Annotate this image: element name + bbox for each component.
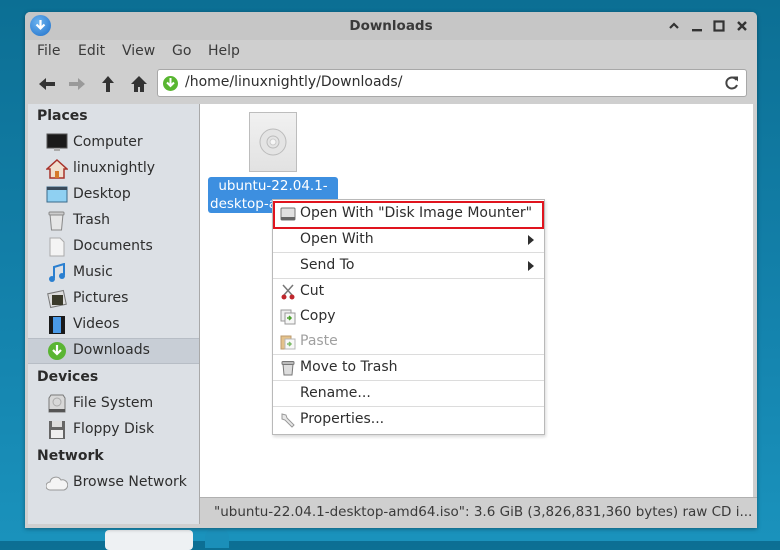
menu-go[interactable]: Go: [172, 43, 191, 59]
sidebar-label: Desktop: [73, 186, 131, 202]
devices-heading: Devices: [37, 369, 99, 385]
harddisk-icon: [48, 394, 66, 413]
sidebar-item-downloads[interactable]: Downloads: [28, 338, 199, 364]
sidebar-item-browse-network[interactable]: Browse Network: [28, 471, 199, 495]
maximize-button[interactable]: [712, 19, 726, 33]
sidebar-label: Browse Network: [73, 474, 187, 490]
sidebar-label: Videos: [73, 316, 120, 332]
sidebar-label: Computer: [73, 134, 143, 150]
properties-icon: [281, 413, 295, 428]
sidebar-item-file-system[interactable]: File System: [28, 392, 199, 416]
sidebar-label: Trash: [73, 212, 110, 228]
sidebar-label: Music: [73, 264, 113, 280]
cloud-icon: [46, 476, 68, 491]
sidebar-label: linuxnightly: [73, 160, 155, 176]
downloads-folder-icon: [163, 76, 178, 91]
videos-icon: [49, 316, 65, 334]
sidebar-item-trash[interactable]: Trash: [28, 209, 199, 233]
reload-icon[interactable]: [724, 75, 740, 91]
sidebar-label: Pictures: [73, 290, 129, 306]
scissors-icon: [281, 284, 295, 300]
sidebar: Places Computer linuxnightly Desktop Tra…: [28, 104, 200, 524]
back-arrow-icon[interactable]: [37, 74, 57, 94]
menu-item-move-to-trash[interactable]: Move to Trash: [273, 355, 544, 380]
music-icon: [49, 263, 65, 282]
menu-item-rename[interactable]: Rename...: [273, 381, 544, 406]
computer-icon: [46, 133, 68, 151]
sidebar-item-documents[interactable]: Documents: [28, 235, 199, 259]
menu-item-label: Send To: [300, 257, 355, 273]
sidebar-item-desktop[interactable]: Desktop: [28, 183, 199, 207]
copy-icon: [280, 309, 296, 325]
sidebar-item-home[interactable]: linuxnightly: [28, 157, 199, 181]
sidebar-item-pictures[interactable]: Pictures: [28, 287, 199, 311]
status-text: "ubuntu-22.04.1-desktop-amd64.iso": 3.6 …: [214, 504, 753, 520]
downloads-icon: [48, 342, 66, 360]
menu-item-open-with-disk-image-mounter[interactable]: Open With "Disk Image Mounter": [273, 201, 544, 229]
forward-arrow-icon[interactable]: [67, 74, 87, 94]
menu-item-label: Rename...: [300, 385, 371, 401]
desktop-background-shape: [105, 530, 193, 550]
up-arrow-icon[interactable]: [98, 74, 118, 94]
places-heading: Places: [37, 108, 88, 124]
documents-icon: [49, 237, 65, 257]
menu-item-copy[interactable]: Copy: [273, 304, 544, 329]
sidebar-item-videos[interactable]: Videos: [28, 313, 199, 337]
sidebar-label: Floppy Disk: [73, 421, 155, 437]
paste-icon: [280, 335, 296, 350]
sidebar-item-floppy-disk[interactable]: Floppy Disk: [28, 418, 199, 442]
menu-item-label: Open With "Disk Image Mounter": [300, 205, 533, 221]
file-name-line: ubuntu-22.04.1-: [218, 178, 328, 194]
pictures-icon: [47, 289, 67, 309]
home-icon[interactable]: [129, 74, 149, 94]
menu-file[interactable]: File: [37, 43, 60, 59]
submenu-arrow-icon: [528, 235, 534, 245]
location-path[interactable]: /home/linuxnightly/Downloads/: [185, 74, 402, 90]
menu-item-label: Open With: [300, 231, 374, 247]
menu-help[interactable]: Help: [208, 43, 240, 59]
sidebar-item-music[interactable]: Music: [28, 261, 199, 285]
menu-item-send-to[interactable]: Send To: [273, 253, 544, 278]
disk-icon: [280, 207, 296, 221]
menu-item-open-with[interactable]: Open With: [273, 227, 544, 252]
menu-bar: File Edit View Go Help: [25, 40, 757, 64]
minimize-button[interactable]: [690, 19, 704, 33]
location-bar[interactable]: /home/linuxnightly/Downloads/: [157, 69, 747, 97]
menu-item-label: Properties...: [300, 411, 385, 427]
title-bar[interactable]: Downloads: [25, 12, 757, 40]
disc-image-icon[interactable]: [249, 112, 297, 172]
submenu-arrow-icon: [528, 261, 534, 271]
menu-view[interactable]: View: [122, 43, 155, 59]
shade-button[interactable]: [667, 19, 681, 33]
sidebar-item-computer[interactable]: Computer: [28, 131, 199, 155]
close-button[interactable]: [735, 19, 749, 33]
menu-item-properties[interactable]: Properties...: [273, 407, 544, 432]
home-icon: [46, 159, 68, 179]
sidebar-label: File System: [73, 395, 154, 411]
menu-item-paste[interactable]: Paste: [273, 329, 544, 354]
window-title: Downloads: [349, 18, 433, 34]
status-bar: "ubuntu-22.04.1-desktop-amd64.iso": 3.6 …: [200, 497, 757, 528]
desktop-background-shape: [205, 528, 229, 548]
menu-item-label: Copy: [300, 308, 336, 324]
context-menu: Open With "Disk Image Mounter" Open With…: [272, 199, 545, 435]
floppy-icon: [49, 421, 65, 439]
menu-item-label: Paste: [300, 333, 338, 349]
trash-icon: [48, 211, 65, 231]
sidebar-label: Downloads: [73, 342, 150, 358]
network-heading: Network: [37, 448, 104, 464]
menu-item-label: Cut: [300, 283, 325, 299]
desktop-icon: [46, 186, 68, 203]
trash-icon: [281, 361, 295, 376]
menu-item-cut[interactable]: Cut: [273, 279, 544, 304]
sidebar-label: Documents: [73, 238, 153, 254]
menu-edit[interactable]: Edit: [78, 43, 105, 59]
menu-item-label: Move to Trash: [300, 359, 398, 375]
